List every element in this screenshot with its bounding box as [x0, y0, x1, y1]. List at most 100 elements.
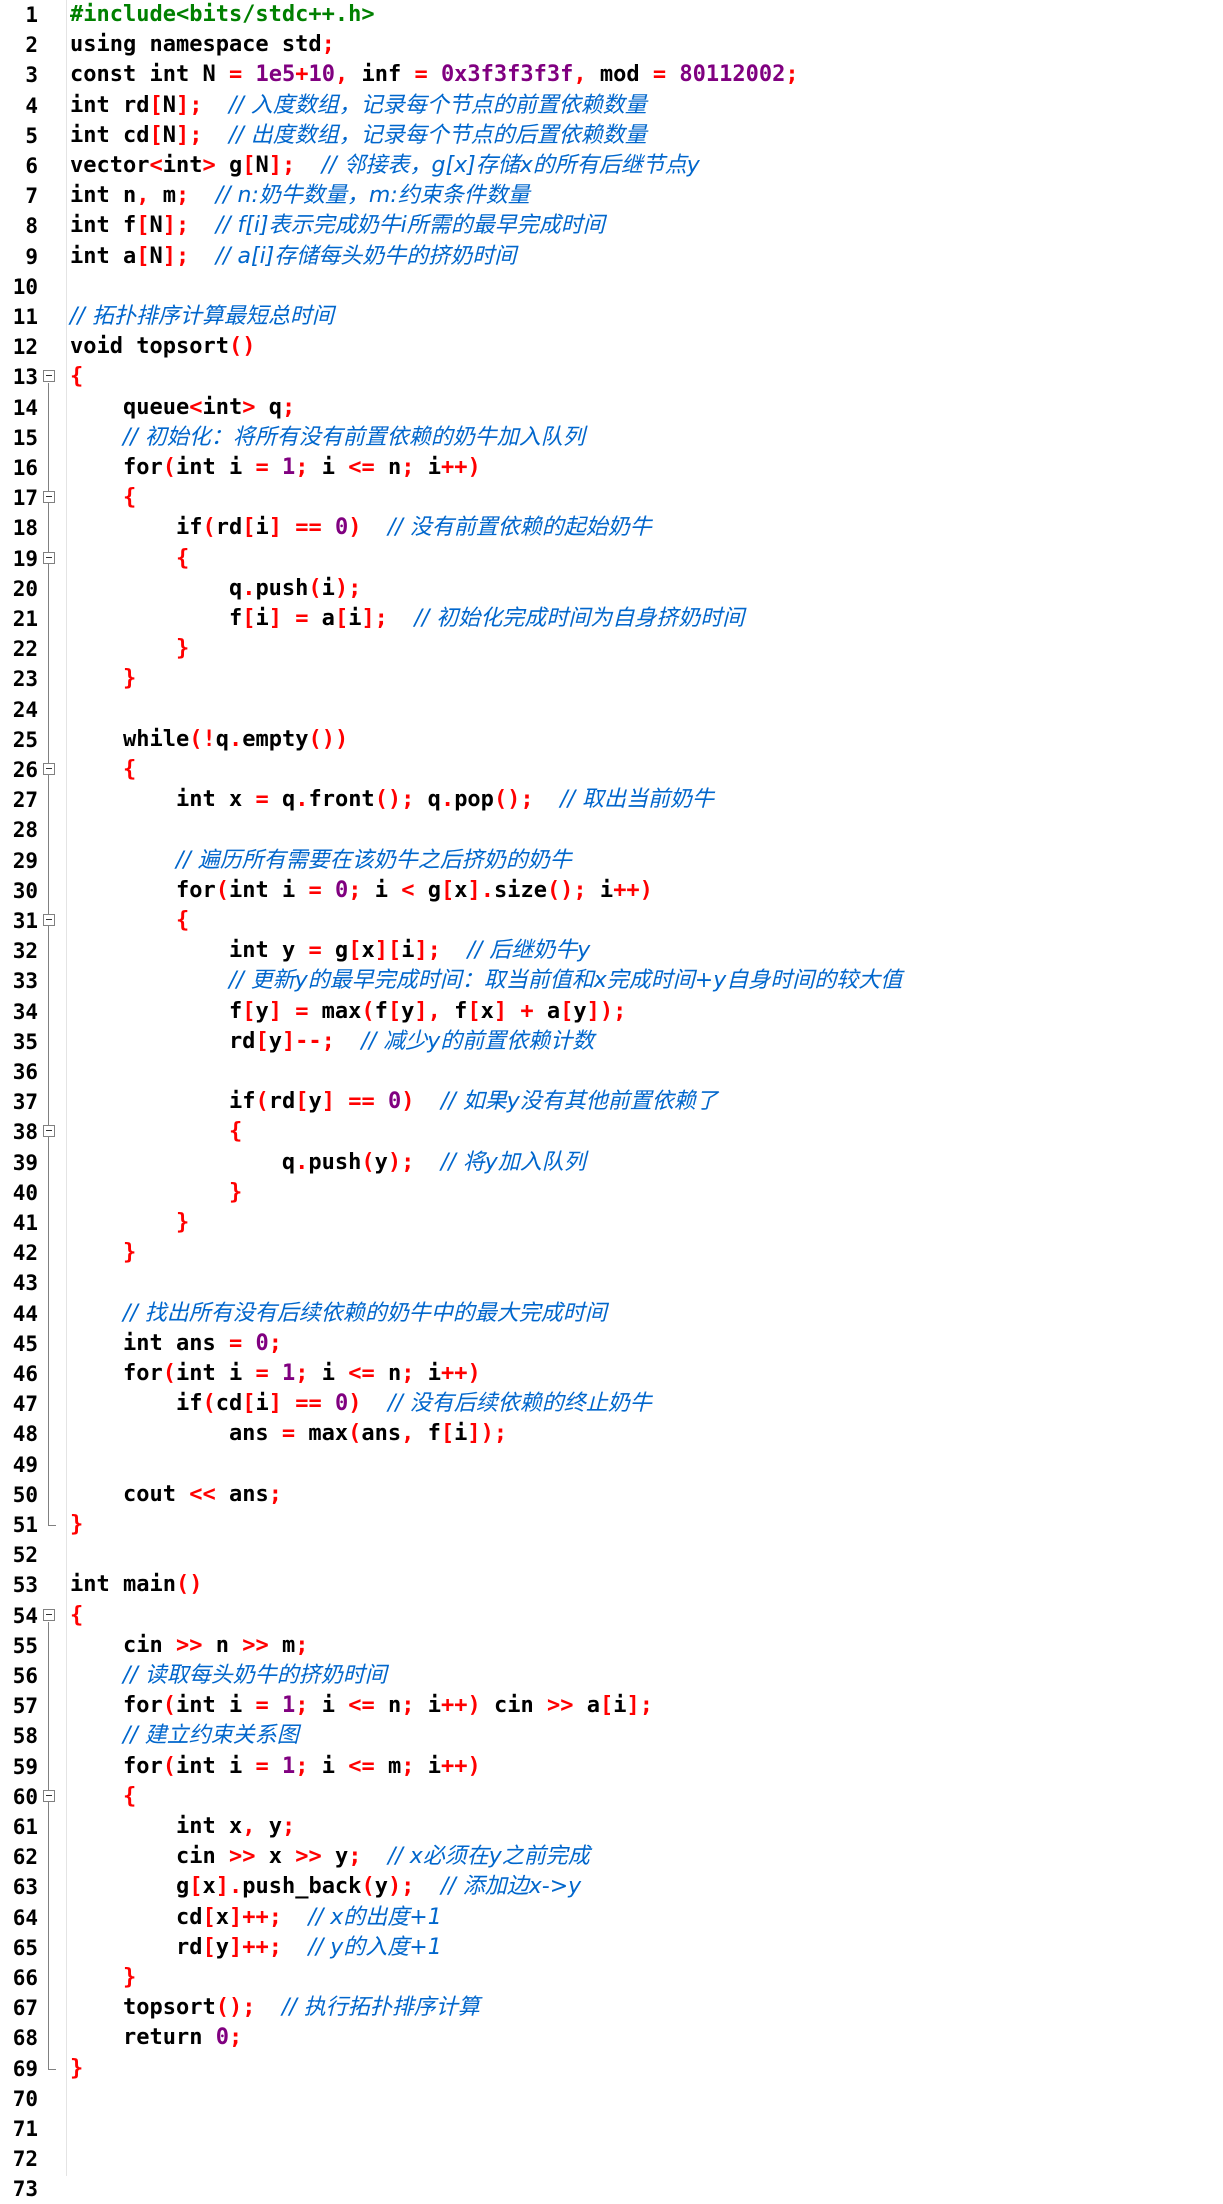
code-token: y	[401, 998, 415, 1024]
code-line[interactable]: 73	[0, 2174, 1223, 2204]
code-token: }	[122, 666, 137, 692]
code-line[interactable]: 4 int rd[N]; // 入度数组，记录每个节点的前置依赖数量	[0, 91, 1223, 121]
code-line[interactable]: 50 cout << ans;	[0, 1480, 1223, 1510]
code-line[interactable]: 22 }	[0, 634, 1223, 665]
code-line[interactable]: 16 for(int i = 1; i <= n; i++)	[0, 453, 1223, 483]
fold-collapse-icon[interactable]	[43, 551, 55, 564]
code-line[interactable]: 72	[0, 2144, 1223, 2174]
code-line[interactable]: 26 {	[0, 755, 1223, 785]
code-line[interactable]: 10	[0, 272, 1223, 302]
code-line[interactable]: 21 f[i] = a[i]; // 初始化完成时间为自身挤奶时间	[0, 604, 1223, 634]
code-line[interactable]: 1 #include<bits/stdc++.h>	[0, 0, 1223, 30]
code-token: rd	[122, 92, 150, 118]
code-line[interactable]: 9 int a[N]; // a[i]存储每头奶牛的挤奶时间	[0, 242, 1223, 272]
code-line[interactable]: 34 f[y] = max(f[y], f[x] + a[y]);	[0, 997, 1223, 1027]
fold-collapse-icon[interactable]	[43, 1789, 55, 1802]
line-number: 33	[12, 969, 38, 994]
code-line[interactable]: 27 int x = q.front(); q.pop(); // 取出当前奶牛	[0, 785, 1223, 815]
code-line[interactable]: 8 int f[N]; // f[i]表示完成奶牛i所需的最早完成时间	[0, 211, 1223, 241]
code-line[interactable]: 2 using namespace std;	[0, 30, 1223, 60]
code-token: N	[255, 153, 269, 178]
code-line[interactable]: 19 {	[0, 544, 1223, 574]
code-line[interactable]: 33 // 更新y的最早完成时间：取当前值和x完成时间+y自身时间的较大值	[0, 966, 1223, 996]
code-line[interactable]: 7 int n, m; // n:奶牛数量，m:约束条件数量	[0, 181, 1223, 211]
code-line[interactable]: 29 // 遍历所有需要在该奶牛之后挤奶的奶牛	[0, 846, 1223, 876]
code-text: int f[N]; // f[i]表示完成奶牛i所需的最早完成时间	[70, 211, 605, 241]
code-line[interactable]: 12 void topsort()	[0, 332, 1223, 362]
code-line[interactable]: 62 cin >> x >> y; // x必须在y之前完成	[0, 1842, 1223, 1872]
code-line[interactable]: 61 int x, y;	[0, 1812, 1223, 1842]
code-line[interactable]: 46 for(int i = 1; i <= n; i++)	[0, 1359, 1223, 1389]
code-editor[interactable]: 1 #include<bits/stdc++.h> 2 using namespace…	[0, 0, 1223, 2201]
code-line[interactable]: 3 const int N = 1e5+10, inf = 0x3f3f3f3f,…	[0, 60, 1223, 90]
code-line[interactable]: 24	[0, 695, 1223, 725]
code-token: ].	[215, 1874, 243, 1900]
code-token: ];	[268, 153, 296, 178]
code-line[interactable]: 58 // 建立约束关系图	[0, 1721, 1223, 1751]
code-line[interactable]: 57 for(int i = 1; i <= n; i++) cin >> a[…	[0, 1691, 1223, 1721]
code-line[interactable]: 42 }	[0, 1238, 1223, 1269]
code-line[interactable]: 67 topsort(); // 执行拓扑排序计算	[0, 1993, 1223, 2023]
code-line[interactable]: 64 cd[x]++; // x的出度+1	[0, 1903, 1223, 1933]
code-line[interactable]: 6 vector<int> g[N]; // 邻接表，g[x]存储x的所有后继节点…	[0, 151, 1223, 181]
code-line[interactable]: 65 rd[y]++; // y的入度+1	[0, 1933, 1223, 1963]
code-line[interactable]: 5 int cd[N]; // 出度数组，记录每个节点的后置依赖数量	[0, 121, 1223, 151]
fold-collapse-icon[interactable]	[43, 1608, 55, 1621]
code-line[interactable]: 15 // 初始化：将所有没有前置依赖的奶牛加入队列	[0, 423, 1223, 453]
code-line[interactable]: 13 {	[0, 362, 1223, 392]
line-number: 36	[12, 1060, 38, 1084]
code-line[interactable]: 44 // 找出所有没有后续依赖的奶牛中的最大完成时间	[0, 1299, 1223, 1329]
code-line[interactable]: 70	[0, 2084, 1223, 2114]
code-token: +	[520, 998, 534, 1024]
code-line[interactable]: 47 if(cd[i] == 0) // 没有后续依赖的终止奶牛	[0, 1389, 1223, 1419]
code-line[interactable]: 52	[0, 1540, 1223, 1570]
fold-collapse-icon[interactable]	[43, 370, 55, 383]
fold-collapse-icon[interactable]	[43, 491, 55, 504]
code-line[interactable]: 20 q.push(i);	[0, 574, 1223, 604]
code-line[interactable]: 31 {	[0, 906, 1223, 936]
code-line[interactable]: 51}	[0, 1510, 1223, 1540]
code-line[interactable]: 60 {	[0, 1782, 1223, 1812]
code-line[interactable]: 14 queue<int> q;	[0, 393, 1223, 423]
code-line[interactable]: 63 g[x].push_back(y); // 添加边x->y	[0, 1872, 1223, 1902]
code-line[interactable]: 55 cin >> n >> m;	[0, 1631, 1223, 1661]
code-line[interactable]: 30 for(int i = 0; i < g[x].size(); i++)	[0, 876, 1223, 906]
code-line[interactable]: 40 }	[0, 1177, 1223, 1208]
code-line[interactable]: 32 int y = g[x][i]; // 后继奶牛y	[0, 936, 1223, 966]
code-token: ,	[573, 62, 587, 88]
code-line[interactable]: 35 rd[y]--; // 减少y的前置依赖计数	[0, 1027, 1223, 1057]
code-text: // 遍历所有需要在该奶牛之后挤奶的奶牛	[70, 846, 572, 876]
code-token: push	[308, 1149, 362, 1175]
line-number: 31	[12, 909, 38, 933]
code-line[interactable]: 53 int main()	[0, 1570, 1223, 1600]
code-line[interactable]: 43	[0, 1268, 1223, 1298]
code-line[interactable]: 17 {	[0, 483, 1223, 513]
code-line[interactable]: 39 q.push(y); // 将y加入队列	[0, 1148, 1223, 1178]
fold-collapse-icon[interactable]	[43, 763, 55, 775]
code-line[interactable]: 25 while(!q.empty())	[0, 725, 1223, 755]
code-line[interactable]: 18 if(rd[i] == 0) // 没有前置依赖的起始奶牛	[0, 513, 1223, 543]
code-line[interactable]: 48 ans = max(ans, f[i]);	[0, 1419, 1223, 1449]
code-line[interactable]: 71	[0, 2114, 1223, 2144]
code-line[interactable]: 36	[0, 1057, 1223, 1087]
code-line[interactable]: 69}	[0, 2053, 1223, 2084]
code-line[interactable]: 68 return 0;	[0, 2023, 1223, 2053]
code-line[interactable]: 45 int ans = 0;	[0, 1329, 1223, 1359]
fold-collapse-icon[interactable]	[43, 1125, 55, 1138]
fold-collapse-icon[interactable]	[43, 914, 55, 926]
code-line[interactable]: 37 if(rd[y] == 0) // 如果y没有其他前置依赖了	[0, 1087, 1223, 1117]
code-line[interactable]: 11 // 拓扑排序计算最短总时间	[0, 302, 1223, 332]
code-line[interactable]: 23 }	[0, 664, 1223, 695]
code-token: int	[122, 1330, 176, 1356]
code-line[interactable]: 49	[0, 1450, 1223, 1480]
code-line[interactable]: 59 for(int i = 1; i <= m; i++)	[0, 1752, 1223, 1782]
code-line[interactable]: 54 {	[0, 1601, 1223, 1631]
code-line[interactable]: 66 }	[0, 1963, 1223, 1993]
code-line[interactable]: 56 // 读取每头奶牛的挤奶时间	[0, 1661, 1223, 1691]
code-line[interactable]: 41 }	[0, 1208, 1223, 1238]
code-line[interactable]: 28	[0, 815, 1223, 845]
code-line[interactable]: 38 {	[0, 1117, 1223, 1147]
